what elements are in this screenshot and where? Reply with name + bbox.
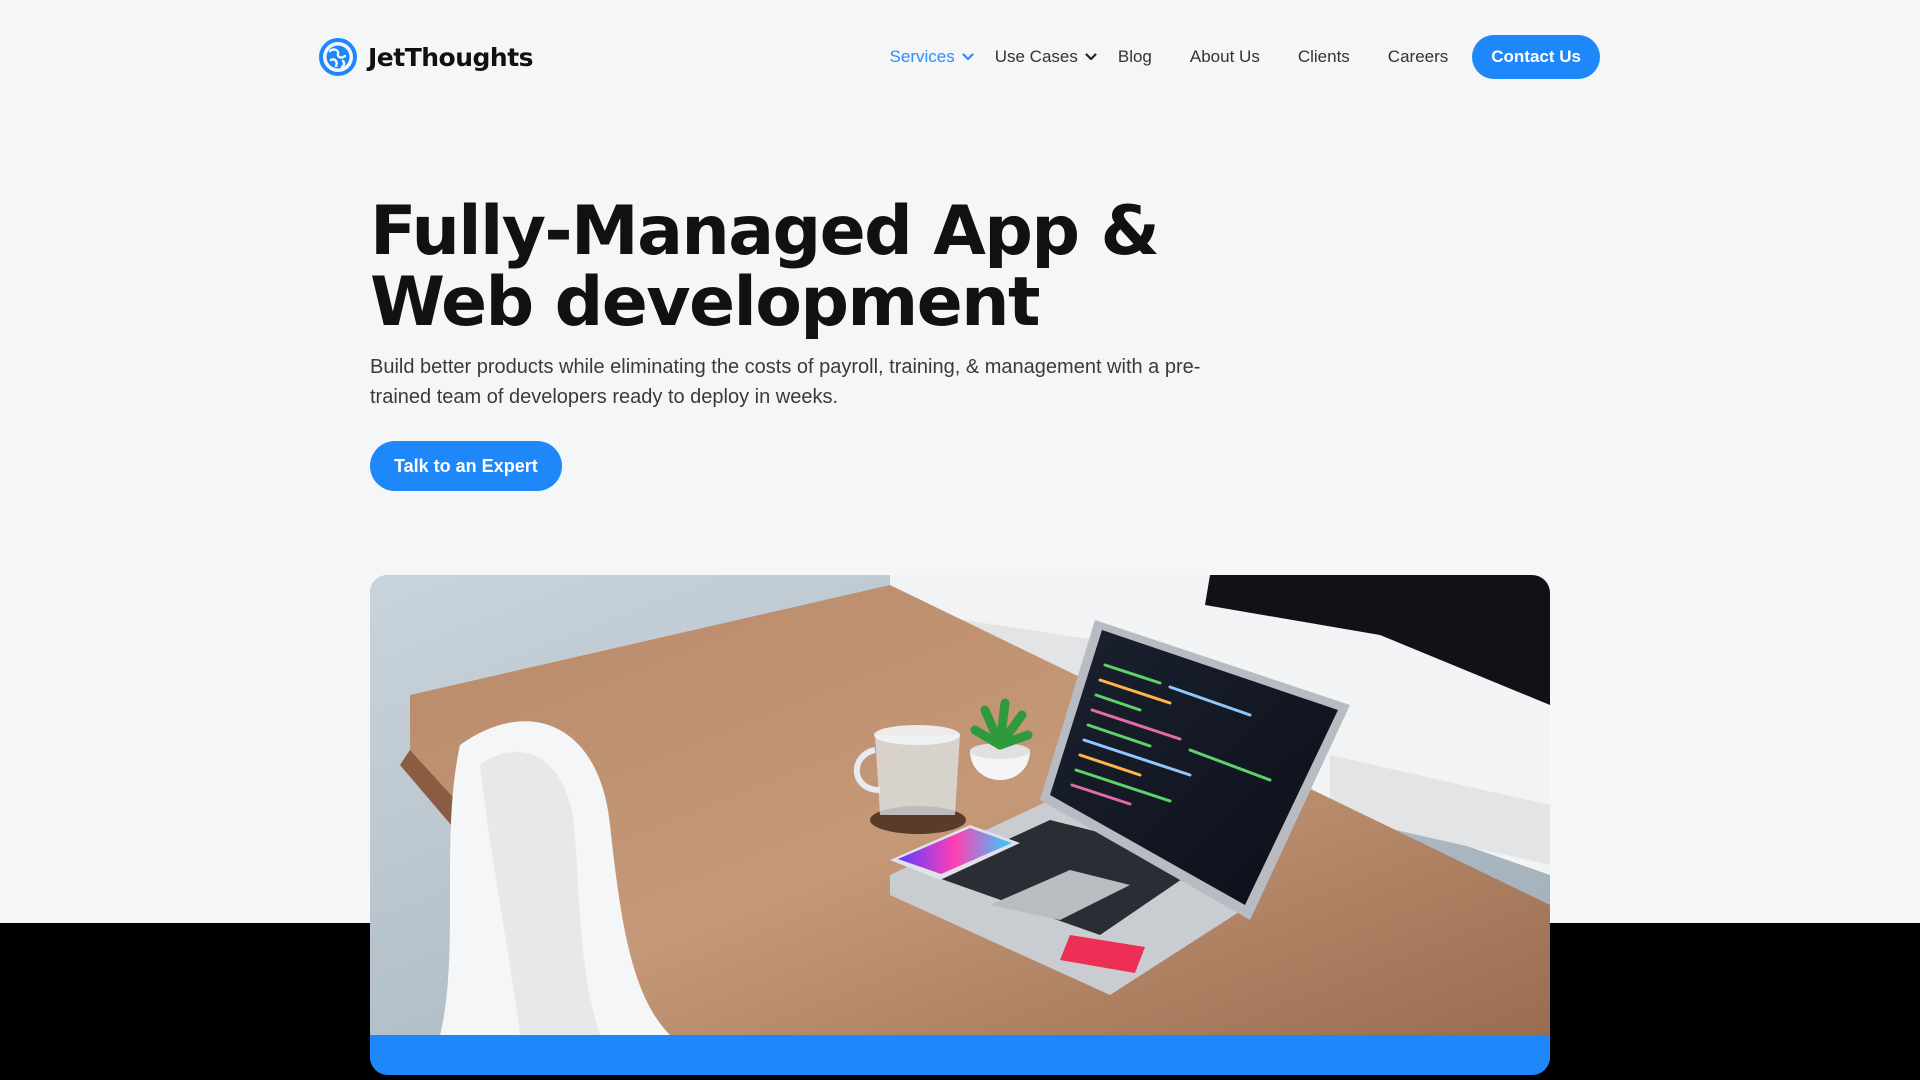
site-header: JetThoughts Services Use Cases Blog Abou… [0, 0, 1920, 114]
nav-item-careers-label: Careers [1387, 47, 1449, 66]
nav-item-blog-label: Blog [1117, 47, 1152, 66]
nav-item-about-us[interactable]: About Us [1190, 47, 1260, 67]
hero-subtitle: Build better products while eliminating … [370, 356, 1201, 408]
nav-item-services[interactable]: Services [890, 47, 975, 67]
nav-item-use-cases[interactable]: Use Cases [995, 47, 1098, 67]
hero-image-bottom-bar [370, 1035, 1550, 1075]
nav-item-use-cases-label: Use Cases [994, 47, 1078, 66]
hero-photo [370, 575, 1550, 1035]
main-nav: Services Use Cases Blog About Us Clients [890, 35, 1600, 79]
hero-image-card [370, 575, 1550, 1075]
nav-item-careers[interactable]: Careers [1388, 47, 1448, 67]
nav-item-blog[interactable]: Blog [1118, 47, 1152, 67]
brand-name: JetThoughts [368, 42, 534, 72]
hero-title: Fully-Managed App & Web development [370, 192, 1160, 342]
page: JetThoughts Services Use Cases Blog Abou… [0, 0, 1920, 1080]
contact-us-button[interactable]: Contact Us [1472, 35, 1600, 79]
logo-link[interactable]: JetThoughts [319, 38, 534, 76]
chevron-down-icon [1085, 53, 1097, 61]
nav-item-about-us-label: About Us [1189, 47, 1260, 66]
talk-to-expert-button[interactable]: Talk to an Expert [370, 441, 562, 491]
nav-item-services-label: Services [889, 47, 955, 66]
globe-logo-icon [319, 38, 357, 76]
chevron-down-icon [962, 53, 974, 61]
nav-item-clients[interactable]: Clients [1298, 47, 1350, 67]
nav-item-clients-label: Clients [1297, 47, 1350, 66]
hero-section: Fully-Managed App & Web development Buil… [370, 196, 1370, 491]
